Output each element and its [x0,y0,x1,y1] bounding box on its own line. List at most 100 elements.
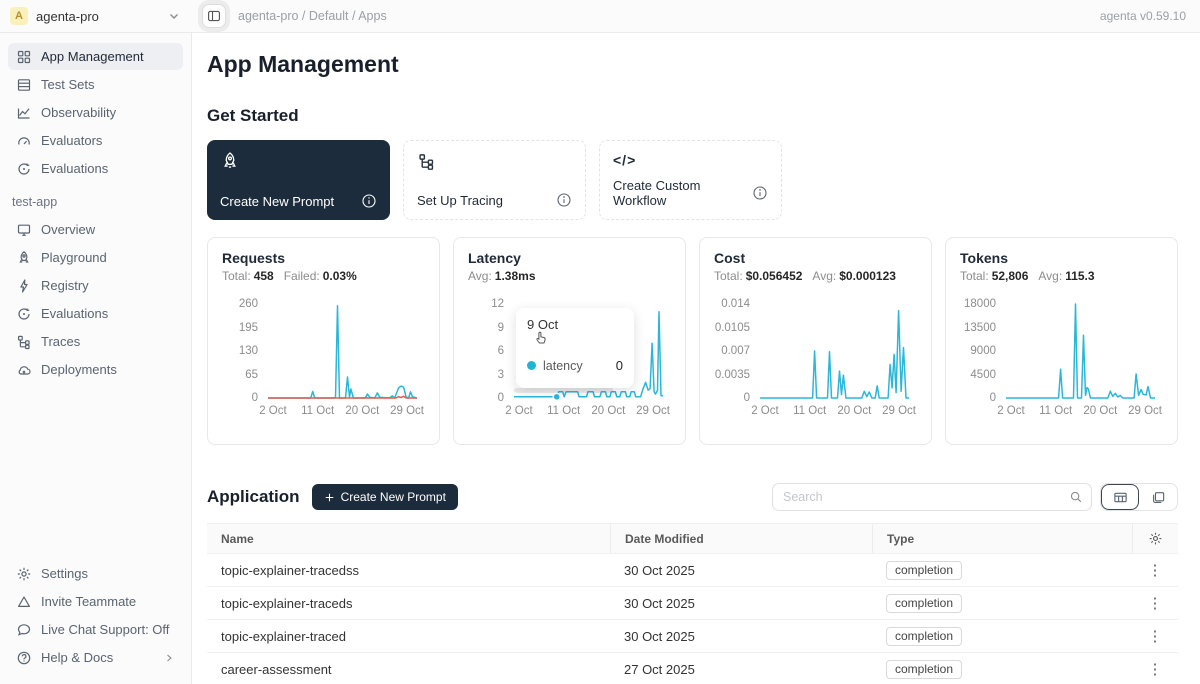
y-tick: 0 [498,391,504,405]
workspace-name: agenta-pro [36,9,158,24]
x-tick: 11 Oct [547,405,580,417]
info-icon[interactable] [556,192,572,208]
observability-charts: Requests Total:458Failed:0.03% 260195130… [207,237,1178,445]
set-up-tracing-card[interactable]: Set Up Tracing [403,140,586,220]
stat-label: Failed: [284,269,320,283]
sidebar-item-evaluations-project[interactable]: Evaluations [8,300,183,327]
sidebar-item-registry[interactable]: Registry [8,272,183,299]
workspace-switcher[interactable]: A agenta-pro [0,7,192,25]
chart-stats: Avg:1.38ms [468,269,671,283]
x-tick: 2 Oct [997,405,1024,417]
x-tick: 29 Oct [1128,405,1162,417]
kebab-menu-icon[interactable]: ⋮ [1148,563,1163,578]
rocket-icon [16,250,32,266]
column-header-type[interactable]: Type [872,524,1132,553]
tooltip-series-row: latency 0 [527,358,623,373]
card-label: Create Custom Workflow [613,178,752,208]
sidebar-item-help-docs[interactable]: Help & Docs [8,644,183,671]
table-view-icon [1113,490,1128,505]
sidebar-item-traces[interactable]: Traces [8,328,183,355]
sidebar-item-label: Invite Teammate [41,594,136,609]
stat-value: $0.056452 [746,269,803,283]
stat-label: Avg: [468,269,492,283]
sidebar-project-label: test-app [8,183,183,216]
table-row[interactable]: topic-explainer-traced 30 Oct 2025 compl… [207,620,1178,653]
create-button-label: Create New Prompt [341,490,446,504]
table-view-button[interactable] [1101,484,1139,510]
app-name[interactable]: topic-explainer-traced [207,629,610,644]
sidebar-toggle-button[interactable] [202,4,226,28]
kebab-menu-icon[interactable]: ⋮ [1148,596,1163,611]
info-icon[interactable] [752,185,768,201]
cursor-hand-icon [534,329,549,345]
chart-plot[interactable] [266,296,423,400]
sidebar-item-live-chat[interactable]: Live Chat Support: Off [8,616,183,643]
sidebar-item-evaluators[interactable]: Evaluators [8,127,183,154]
tooltip-value: 0 [616,358,623,373]
y-tick: 65 [245,368,258,382]
x-axis: 2 Oct11 Oct20 Oct29 Oct [1004,405,1161,421]
sidebar-item-evaluations[interactable]: Evaluations [8,155,183,182]
lightning-icon [16,278,32,294]
sidebar-item-overview[interactable]: Overview [8,216,183,243]
panel-left-icon [207,9,221,23]
sidebar-item-invite-teammate[interactable]: Invite Teammate [8,588,183,615]
chart-tooltip: 9 Oct latency 0 [516,308,634,388]
sidebar-footer: Settings Invite Teammate Live Chat Suppo… [8,560,183,672]
stat-label: Total: [714,269,743,283]
sidebar-item-label: App Management [41,49,144,64]
sidebar-item-label: Registry [41,278,89,293]
x-tick: 20 Oct [345,405,379,417]
main-content: App Management Get Started Create New Pr… [192,33,1200,684]
breadcrumb[interactable]: agenta-pro / Default / Apps [238,9,387,23]
chevron-right-icon [163,652,175,664]
sidebar-item-observability[interactable]: Observability [8,99,183,126]
chart-stats: Total:$0.056452Avg:$0.000123 [714,269,917,283]
search-box[interactable] [772,483,1092,511]
stat-value: $0.000123 [839,269,896,283]
kebab-menu-icon[interactable]: ⋮ [1148,662,1163,677]
test-sets-icon [16,77,32,93]
search-input[interactable] [783,490,1069,504]
app-date: 30 Oct 2025 [610,563,872,578]
sidebar-item-playground[interactable]: Playground [8,244,183,271]
x-tick: 11 Oct [793,405,826,417]
column-header-date[interactable]: Date Modified [610,524,872,553]
app-name[interactable]: career-assessment [207,662,610,677]
chart-plot[interactable] [758,296,915,400]
column-settings-gear-icon [1148,531,1163,546]
x-tick: 11 Oct [301,405,334,417]
info-icon[interactable] [361,193,377,209]
create-custom-workflow-card[interactable]: </> Create Custom Workflow [599,140,782,220]
create-new-prompt-button[interactable]: Create New Prompt [312,484,458,510]
applications-table: Name Date Modified Type topic-explainer-… [207,523,1178,684]
table-row[interactable]: career-assessment 27 Oct 2025 completion… [207,653,1178,684]
sidebar-item-deployments[interactable]: Deployments [8,356,183,383]
tracing-tree-icon [417,152,436,171]
app-name[interactable]: topic-explainer-traceds [207,596,610,611]
y-axis: 0.0140.01050.0070.00350 [714,296,758,400]
table-row[interactable]: topic-explainer-traceds 30 Oct 2025 comp… [207,587,1178,620]
kebab-menu-icon[interactable]: ⋮ [1148,629,1163,644]
chart-plot[interactable] [1004,296,1161,400]
card-view-button[interactable] [1139,484,1177,510]
y-tick: 0.014 [721,297,750,311]
y-tick: 195 [239,321,258,335]
sidebar-item-test-sets[interactable]: Test Sets [8,71,183,98]
page-title: App Management [207,51,1178,78]
sidebar-item-settings[interactable]: Settings [8,560,183,587]
type-badge: completion [886,594,962,613]
table-row[interactable]: topic-explainer-tracedss 30 Oct 2025 com… [207,554,1178,587]
x-tick: 20 Oct [591,405,625,417]
chart-title: Requests [222,250,425,266]
sidebar-item-label: Help & Docs [41,650,113,665]
sidebar-item-app-management[interactable]: App Management [8,43,183,70]
column-settings[interactable] [1132,524,1178,553]
workspace-avatar: A [10,7,28,25]
column-header-name[interactable]: Name [207,532,610,546]
create-new-prompt-card[interactable]: Create New Prompt [207,140,390,220]
grid-icon [16,49,32,65]
app-name[interactable]: topic-explainer-tracedss [207,563,610,578]
cloud-icon [16,362,32,378]
x-tick: 2 Oct [751,405,778,417]
